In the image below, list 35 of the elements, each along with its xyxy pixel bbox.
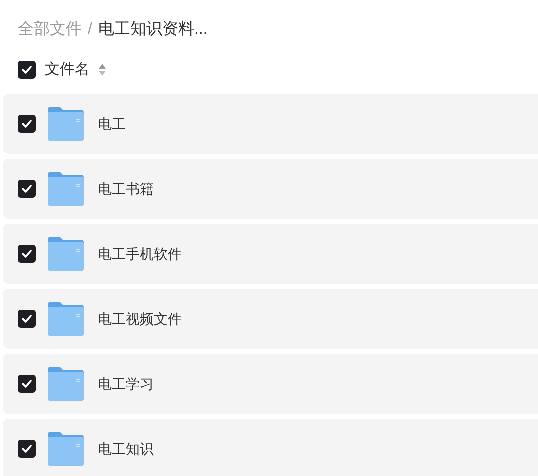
folder-icon: [48, 367, 84, 401]
breadcrumb-current[interactable]: 电工知识资料...: [98, 18, 208, 42]
file-row[interactable]: 电工手机软件: [3, 224, 538, 284]
checkbox[interactable]: [18, 310, 36, 328]
file-name: 电工学习: [98, 374, 154, 394]
checkbox[interactable]: [18, 440, 36, 458]
folder-icon: [48, 432, 84, 466]
check-icon: [22, 66, 32, 74]
check-icon: [22, 445, 32, 453]
file-name: 电工视频文件: [98, 310, 182, 328]
file-row[interactable]: 电工书籍: [3, 159, 538, 219]
folder-icon: [48, 302, 84, 336]
checkbox[interactable]: [18, 375, 36, 393]
check-icon: [22, 315, 32, 323]
sort-icon[interactable]: [99, 64, 106, 76]
file-row[interactable]: 电工视频文件: [3, 289, 538, 349]
column-header[interactable]: 文件名: [45, 58, 90, 82]
checkbox[interactable]: [18, 245, 36, 263]
file-name: 电工知识: [98, 440, 154, 458]
file-row[interactable]: 电工知识: [3, 419, 538, 476]
file-name: 电工手机软件: [98, 244, 182, 264]
file-name: 电工: [98, 114, 126, 134]
folder-icon: [48, 172, 84, 206]
file-row[interactable]: 电工: [3, 94, 538, 154]
checkbox[interactable]: [18, 61, 36, 79]
folder-icon: [48, 107, 84, 141]
check-icon: [22, 185, 32, 193]
check-icon: [22, 120, 32, 128]
file-row[interactable]: 电工学习: [3, 354, 538, 414]
checkbox[interactable]: [18, 180, 36, 198]
check-icon: [22, 250, 32, 258]
checkbox[interactable]: [18, 115, 36, 133]
file-name: 电工书籍: [98, 180, 154, 198]
folder-icon: [48, 237, 84, 271]
check-icon: [22, 380, 32, 388]
